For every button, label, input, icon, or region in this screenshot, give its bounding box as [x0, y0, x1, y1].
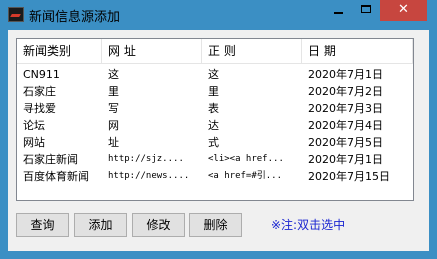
- table-row[interactable]: 石家庄新闻 http://sjz.... <li><a href... 2020…: [17, 151, 413, 168]
- cell-url: http://news....: [108, 171, 190, 181]
- cell-url: http://sjz....: [108, 154, 184, 164]
- cell-regex: <a href=#引...: [208, 171, 283, 181]
- cell-url: 里: [108, 85, 119, 98]
- column-header-regex[interactable]: 正 则: [202, 39, 301, 63]
- cell-date: 2020年7月1日: [308, 153, 383, 166]
- column-header-url[interactable]: 网 址: [102, 39, 201, 63]
- cell-regex: 里: [208, 85, 219, 98]
- cell-date: 2020年7月3日: [308, 102, 383, 115]
- cell-category: 网站: [23, 136, 45, 149]
- cell-url: 址: [108, 136, 119, 149]
- column-header-date[interactable]: 日 期: [302, 39, 412, 63]
- cell-regex: <li><a href...: [208, 154, 284, 164]
- cell-regex: 达: [208, 119, 219, 132]
- maximize-button[interactable]: [352, 0, 379, 21]
- app-icon[interactable]: [8, 7, 24, 22]
- cell-category: 石家庄新闻: [23, 153, 78, 166]
- window-title: 新闻信息源添加: [29, 10, 121, 25]
- double-click-hint: ※注:双击选中: [271, 218, 346, 232]
- app-window: 新闻信息源添加 ✕ 新闻类别 网 址 正 则 日 期 CN911 这 这 202…: [0, 0, 437, 259]
- cell-category: 寻找爱: [23, 102, 56, 115]
- cell-regex: 这: [208, 68, 219, 81]
- delete-button[interactable]: 删除: [189, 213, 242, 237]
- table-row[interactable]: CN911 这 这 2020年7月1日: [17, 66, 413, 83]
- cell-date: 2020年7月5日: [308, 136, 383, 149]
- table-row[interactable]: 石家庄 里 里 2020年7月2日: [17, 83, 413, 100]
- news-source-list[interactable]: 新闻类别 网 址 正 则 日 期 CN911 这 这 2020年7月1日 石家庄…: [16, 38, 414, 201]
- cell-date: 2020年7月1日: [308, 68, 383, 81]
- close-button[interactable]: ✕: [380, 0, 427, 21]
- table-row[interactable]: 网站 址 式 2020年7月5日: [17, 134, 413, 151]
- maximize-icon: [361, 5, 371, 13]
- table-row[interactable]: 论坛 网 达 2020年7月4日: [17, 117, 413, 134]
- table-row[interactable]: 百度体育新闻 http://news.... <a href=#引... 202…: [17, 168, 413, 185]
- cell-category: 论坛: [23, 119, 45, 132]
- close-icon: ✕: [398, 2, 409, 17]
- cell-regex: 表: [208, 102, 219, 115]
- cell-category: CN911: [23, 68, 60, 81]
- query-button[interactable]: 查询: [16, 213, 69, 237]
- cell-regex: 式: [208, 136, 219, 149]
- minimize-icon: [334, 12, 343, 14]
- cell-url: 网: [108, 119, 119, 132]
- cell-category: 石家庄: [23, 85, 56, 98]
- title-bar[interactable]: 新闻信息源添加 ✕: [0, 0, 437, 30]
- cell-date: 2020年7月15日: [308, 170, 390, 183]
- cell-url: 写: [108, 102, 119, 115]
- list-header: 新闻类别 网 址 正 则 日 期: [17, 39, 413, 64]
- table-row[interactable]: 寻找爱 写 表 2020年7月3日: [17, 100, 413, 117]
- cell-url: 这: [108, 68, 119, 81]
- modify-button[interactable]: 修改: [132, 213, 185, 237]
- add-button[interactable]: 添加: [74, 213, 127, 237]
- minimize-button[interactable]: [325, 0, 352, 21]
- cell-date: 2020年7月2日: [308, 85, 383, 98]
- column-header-category[interactable]: 新闻类别: [17, 39, 101, 63]
- cell-category: 百度体育新闻: [23, 170, 89, 183]
- cell-date: 2020年7月4日: [308, 119, 383, 132]
- client-area: 新闻类别 网 址 正 则 日 期 CN911 这 这 2020年7月1日 石家庄…: [8, 30, 429, 251]
- column-divider[interactable]: [412, 39, 413, 63]
